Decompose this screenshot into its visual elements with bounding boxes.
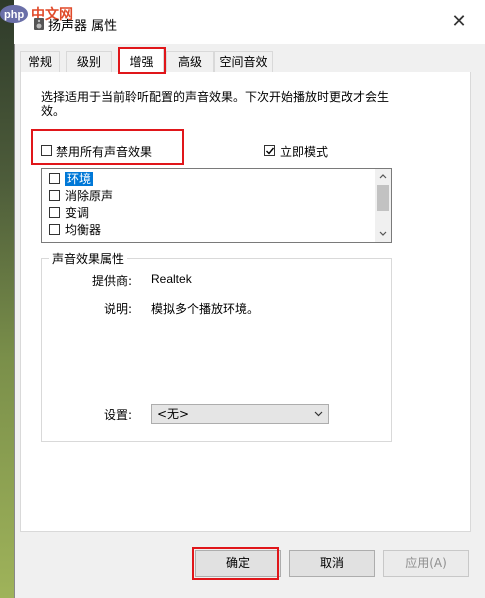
provider-value: Realtek <box>151 272 192 286</box>
immediate-mode-checkbox-row[interactable] <box>264 145 275 159</box>
chevron-up-icon[interactable] <box>379 173 387 179</box>
effect-checkbox[interactable] <box>49 224 60 235</box>
immediate-mode-checkbox[interactable] <box>264 145 275 156</box>
settings-dropdown[interactable]: <无> <box>151 404 329 424</box>
close-icon[interactable]: ✕ <box>450 13 468 31</box>
svg-text:php: php <box>4 9 24 21</box>
scrollbar-thumb[interactable] <box>377 185 389 211</box>
tab-spatial-sound[interactable]: 空间音效 <box>214 51 273 72</box>
cancel-button[interactable]: 取消 <box>289 550 375 577</box>
speaker-icon <box>34 18 44 30</box>
immediate-mode-label: 立即模式 <box>280 145 329 159</box>
settings-dropdown-value: <无> <box>157 407 190 421</box>
chevron-down-icon <box>314 411 323 417</box>
window-title: 扬声器 属性 <box>48 19 118 34</box>
disable-all-checkbox[interactable] <box>41 145 52 156</box>
description-text: 选择适用于当前聆听配置的声音效果。下次开始播放时更改才会生效。 <box>41 90 390 118</box>
list-item[interactable]: 变调 <box>49 205 89 222</box>
list-item[interactable]: 均衡器 <box>49 222 101 239</box>
provider-label: 提供商: <box>92 274 133 288</box>
list-item[interactable]: 消除原声 <box>49 188 113 205</box>
tab-highlight-box <box>118 47 166 74</box>
effect-checkbox[interactable] <box>49 207 60 218</box>
effect-label: 均衡器 <box>65 223 102 237</box>
disable-all-label: 禁用所有声音效果 <box>56 145 153 159</box>
effect-checkbox[interactable] <box>49 173 60 184</box>
tab-advanced[interactable]: 高级 <box>166 51 214 72</box>
ok-button-highlight-box <box>192 547 279 580</box>
description-value: 模拟多个播放环境。 <box>151 302 260 316</box>
tab-levels[interactable]: 级别 <box>66 51 112 72</box>
tab-general[interactable]: 常规 <box>20 51 60 72</box>
list-scrollbar[interactable] <box>375 169 391 242</box>
effect-label: 环境 <box>65 172 94 186</box>
effect-label: 变调 <box>65 206 90 220</box>
list-item[interactable]: 环境 <box>49 171 94 188</box>
checkmark-icon <box>266 147 275 155</box>
description-label: 说明: <box>104 302 133 316</box>
apply-button[interactable]: 应用(A) <box>383 550 469 577</box>
desktop-background <box>0 0 14 598</box>
chevron-down-icon[interactable] <box>379 231 387 237</box>
group-title: 声音效果属性 <box>49 250 128 267</box>
effect-checkbox[interactable] <box>49 190 60 201</box>
settings-label: 设置: <box>104 408 133 422</box>
disable-all-checkbox-row[interactable] <box>41 145 52 159</box>
effect-label: 消除原声 <box>65 189 114 203</box>
effects-list[interactable]: 环境 消除原声 变调 均衡器 <box>41 168 392 243</box>
